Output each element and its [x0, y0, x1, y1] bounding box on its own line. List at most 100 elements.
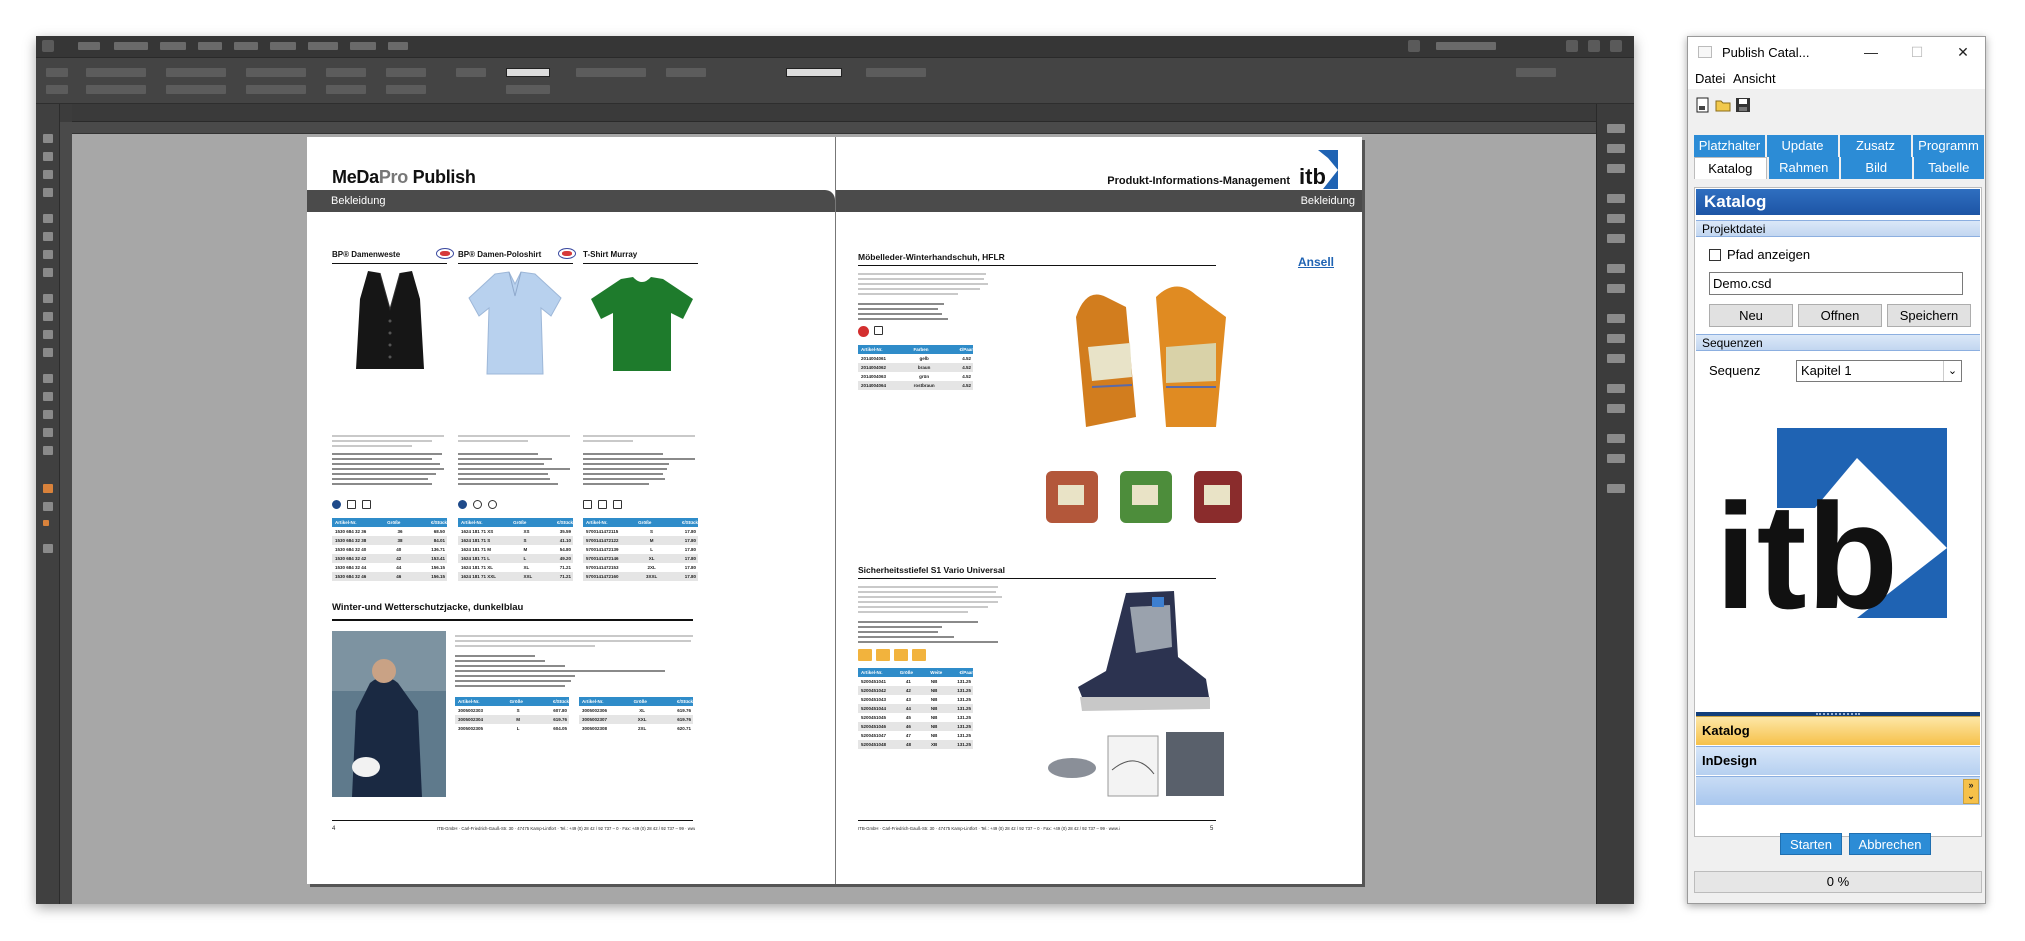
direct-selection-tool-icon[interactable] — [43, 152, 53, 161]
color-panel-icon[interactable] — [1607, 234, 1625, 243]
note-tool-icon[interactable] — [43, 392, 53, 401]
w-field[interactable] — [166, 68, 226, 77]
workspace-switcher[interactable] — [1436, 42, 1496, 50]
stroke-type[interactable] — [506, 85, 550, 94]
scale-field[interactable] — [246, 68, 306, 77]
gradient-tool-icon[interactable] — [43, 374, 53, 383]
line-tool-icon[interactable] — [43, 232, 53, 241]
gap-tool-icon[interactable] — [43, 188, 53, 197]
x-field[interactable] — [86, 68, 146, 77]
effects-panel-icon[interactable] — [1607, 384, 1625, 393]
save-icon[interactable] — [1735, 97, 1751, 113]
document-tab-row[interactable] — [72, 104, 1634, 122]
layers-panel-icon[interactable] — [1607, 144, 1625, 153]
fill-swatch[interactable] — [456, 68, 486, 77]
view-mode-icon[interactable] — [43, 544, 53, 553]
accordion-katalog[interactable]: Katalog — [1696, 716, 1980, 745]
maximize-icon[interactable] — [1588, 40, 1600, 52]
links-panel-icon[interactable] — [1607, 164, 1625, 173]
accordion-indesign[interactable]: InDesign — [1696, 746, 1980, 775]
accordion-expander-bar[interactable]: » ⌄ — [1696, 776, 1980, 805]
open-folder-icon[interactable] — [1715, 97, 1731, 113]
control-field[interactable] — [866, 68, 926, 77]
right-page[interactable]: Produkt-Informations-Management itb Bekl… — [835, 137, 1362, 884]
menu-item[interactable] — [308, 42, 338, 50]
close-icon[interactable] — [1610, 40, 1622, 52]
pathfinder-icon[interactable] — [1607, 354, 1625, 363]
rectangle-frame-tool-icon[interactable] — [43, 294, 53, 303]
menu-datei[interactable]: Datei — [1695, 71, 1725, 86]
control-field[interactable] — [386, 85, 426, 94]
control-field[interactable] — [576, 68, 646, 77]
pen-tool-icon[interactable] — [43, 250, 53, 259]
minimize-icon[interactable] — [1566, 40, 1578, 52]
menu-item[interactable] — [78, 42, 100, 50]
swatches-panel-icon[interactable] — [1607, 214, 1625, 223]
project-file-field[interactable]: Demo.csd — [1709, 272, 1963, 295]
tab-update[interactable]: Update — [1767, 135, 1838, 157]
menu-item[interactable] — [350, 42, 376, 50]
text-wrap-icon[interactable] — [1607, 314, 1625, 323]
control-field[interactable] — [46, 68, 68, 77]
stroke-panel-icon[interactable] — [1607, 194, 1625, 203]
selection-tool-icon[interactable] — [43, 134, 53, 143]
control-field[interactable] — [46, 85, 68, 94]
offnen-button[interactable]: Offnen — [1798, 304, 1882, 327]
tab-katalog[interactable]: Katalog — [1694, 157, 1767, 179]
pfad-anzeigen-checkbox[interactable] — [1709, 249, 1721, 261]
scale-field[interactable] — [246, 85, 306, 94]
tab-platzhalter[interactable]: Platzhalter — [1694, 135, 1765, 157]
chevron-down-icon[interactable]: ⌄ — [1943, 361, 1961, 381]
stroke-color-icon[interactable] — [43, 502, 53, 511]
tab-rahmen[interactable]: Rahmen — [1768, 157, 1839, 179]
menu-item[interactable] — [270, 42, 296, 50]
maximize-button[interactable]: ☐ — [1894, 40, 1940, 64]
eyedropper-tool-icon[interactable] — [43, 410, 53, 419]
pages-panel-icon[interactable] — [1607, 124, 1625, 133]
menu-item[interactable] — [234, 42, 258, 50]
menu-item[interactable] — [198, 42, 222, 50]
zoom-tool-icon[interactable] — [43, 446, 53, 455]
cell-styles-icon[interactable] — [1607, 454, 1625, 463]
tab-programm[interactable]: Programm — [1913, 135, 1984, 157]
stroke-weight-field[interactable] — [506, 68, 550, 77]
tab-bild[interactable]: Bild — [1841, 157, 1912, 179]
menu-item[interactable] — [160, 42, 186, 50]
new-file-icon[interactable] — [1695, 97, 1711, 113]
gradient-panel-icon[interactable] — [1607, 404, 1625, 413]
sequenz-select[interactable]: Kapitel 1 ⌄ — [1796, 360, 1962, 382]
close-button[interactable]: ✕ — [1940, 40, 1985, 64]
shear-field[interactable] — [326, 85, 366, 94]
control-field[interactable] — [386, 68, 426, 77]
transform-tool-icon[interactable] — [43, 348, 53, 357]
menu-item[interactable] — [388, 42, 408, 50]
scissors-tool-icon[interactable] — [43, 330, 53, 339]
pencil-tool-icon[interactable] — [43, 268, 53, 277]
align-panel-icon[interactable] — [1607, 334, 1625, 343]
speichern-button[interactable]: Speichern — [1887, 304, 1971, 327]
menu-item[interactable] — [114, 42, 148, 50]
tab-zusatz[interactable]: Zusatz — [1840, 135, 1911, 157]
neu-button[interactable]: Neu — [1709, 304, 1793, 327]
object-styles-icon[interactable] — [1607, 484, 1625, 493]
page-tool-icon[interactable] — [43, 170, 53, 179]
character-styles-icon[interactable] — [1607, 284, 1625, 293]
starten-button[interactable]: Starten — [1780, 833, 1842, 855]
opacity-field[interactable] — [786, 68, 842, 77]
rotate-field[interactable] — [326, 68, 366, 77]
h-field[interactable] — [166, 85, 226, 94]
fill-color-icon[interactable] — [43, 484, 53, 493]
y-field[interactable] — [86, 85, 146, 94]
rectangle-tool-icon[interactable] — [43, 312, 53, 321]
expand-chevron-icon[interactable]: » ⌄ — [1963, 779, 1979, 804]
workspace-icon[interactable] — [1408, 40, 1420, 52]
title-bar[interactable]: Publish Catal... — ☐ ✕ — [1688, 37, 1985, 67]
type-tool-icon[interactable] — [43, 214, 53, 223]
hand-tool-icon[interactable] — [43, 428, 53, 437]
selected-text-frame[interactable]: Ansell — [1298, 255, 1334, 269]
left-page[interactable]: MeDaPro Publish Bekleidung BP® Damenwest… — [307, 137, 835, 884]
control-field[interactable] — [1516, 68, 1556, 77]
menu-ansicht[interactable]: Ansicht — [1733, 71, 1776, 86]
apply-color-icon[interactable] — [43, 520, 49, 526]
tab-tabelle[interactable]: Tabelle — [1913, 157, 1984, 179]
